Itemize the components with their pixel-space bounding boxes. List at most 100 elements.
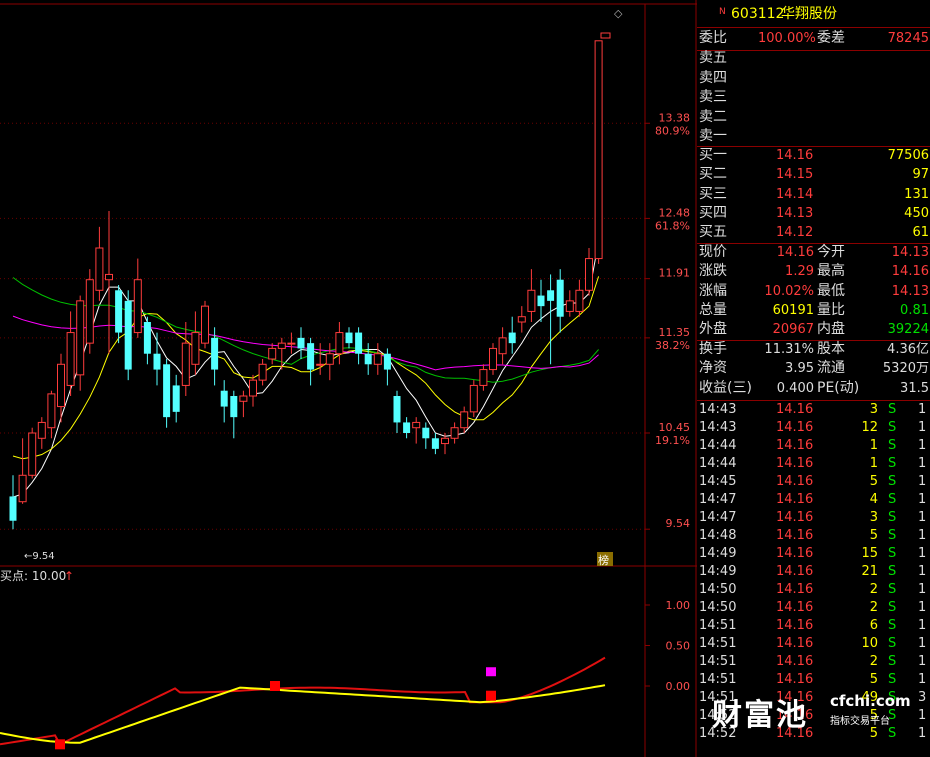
candle-body-up [498,337,507,355]
candle-body-down [345,332,353,344]
quote-label: 最低 [817,282,845,299]
tick-volume: 5 [869,672,878,687]
quote-value: 20967 [772,322,814,338]
tick-time: 14:47 [699,510,737,525]
bid-price: 14.13 [776,205,814,221]
order-diff-value: 78245 [887,31,929,46]
tick-side: S [888,582,897,597]
window-toggle-icon[interactable] [600,32,611,39]
candle-body-up [191,332,200,365]
candle-body-down [383,353,391,370]
candlesticks [9,40,603,530]
fundamental-label: 流通 [817,360,845,377]
tick-time: 14:50 [699,600,737,615]
tick-count: 1 [918,582,927,597]
candle-body-down [220,390,228,407]
candle-body-down [230,396,238,418]
tick-time: 14:51 [699,618,737,633]
candle-body-up [479,369,488,386]
tick-price: 14.16 [776,492,814,507]
tick-count: 1 [918,618,927,633]
tick-side: S [888,492,897,507]
candle-body-down [431,438,439,449]
fundamental-value: 11.31% [764,342,814,357]
bid-volume: 77506 [887,148,929,163]
bid-price: 14.16 [776,148,814,163]
stock-name: 华翔股份 [781,6,837,22]
tick-volume: 2 [869,582,878,597]
quote-value: 0.81 [900,302,929,318]
signal-marker [486,667,496,677]
candle-body-down [508,332,516,344]
tick-count: 1 [918,510,927,525]
tick-price: 14.16 [776,456,814,471]
tick-side: S [888,420,897,435]
tick-volume: 3 [869,402,878,417]
candle-body-down [537,295,545,307]
quote-value: 39224 [887,322,929,338]
candle-body-up [47,393,56,429]
tick-time: 14:51 [699,636,737,651]
tick-count: 1 [918,474,927,489]
quote-label: 总量 [699,301,727,318]
tick-side: S [888,474,897,489]
tick-price: 14.16 [776,420,814,435]
bid-volume: 61 [912,225,929,241]
quote-label: 今开 [817,244,845,260]
tick-side: S [888,402,897,417]
quote-label: 现价 [699,244,727,260]
tick-count: 1 [918,564,927,579]
quote-label: 最高 [817,263,845,280]
candle-body-down [143,322,151,354]
fundamental-label: 收益(三) [699,379,752,396]
diamond-icon[interactable]: ◇ [614,7,623,20]
fundamental-value: 5320万 [882,361,929,377]
candle-body-up [335,332,344,355]
tick-price: 14.16 [776,474,814,489]
tick-count: 1 [918,456,927,471]
tick-volume: 10 [861,636,878,651]
tick-volume: 2 [869,600,878,615]
tick-volume: 5 [869,474,878,489]
candle-body-down [364,353,372,365]
tick-volume: 1 [869,456,878,471]
kline-chart[interactable]: 13.3880.9% 12.4861.8% 11.91 11.3538.2% 10.45… [0,0,697,757]
candle-body-up [76,300,85,376]
tick-volume: 2 [869,654,878,669]
candle-body-down [422,427,430,439]
tick-count: 1 [918,546,927,561]
candle-body-up [441,437,449,445]
tick-time: 14:49 [699,546,737,561]
tick-side: S [888,528,897,543]
candle-body-up [249,379,257,397]
tick-count: 1 [918,438,927,453]
quote-label: 内盘 [817,321,845,338]
ask-level-label: 卖五 [699,50,727,66]
tick-side: S [888,654,897,669]
tick-time: 14:44 [699,438,737,453]
tick-time: 14:51 [699,672,737,687]
candle-body-down [153,353,161,370]
candle-body-up [316,363,325,366]
candle-body-down [297,337,305,349]
candle-body-down [9,496,17,521]
candle-body-down [403,422,411,433]
quote-value: 14.13 [891,245,929,260]
candle-body-down [211,337,219,370]
candle-body-down [556,279,564,317]
tick-price: 14.16 [776,546,814,561]
indicator-tick-label: 1.00 [666,599,691,612]
candle-body-up [239,395,248,402]
price-tick-label: 12.48 [659,206,691,219]
tick-volume: 15 [861,546,878,561]
tick-time: 14:50 [699,582,737,597]
candle-body-up [28,432,37,476]
tick-side: S [888,600,897,615]
quote-value: 1.29 [785,264,814,280]
candle-body-up [95,247,104,291]
order-ratio-value: 100.00% [758,31,816,46]
watermark-tagline: 指标交易平台 [830,716,890,727]
tick-price: 14.16 [776,510,814,525]
candle-body-up [575,289,584,312]
tick-price: 14.16 [776,582,814,597]
